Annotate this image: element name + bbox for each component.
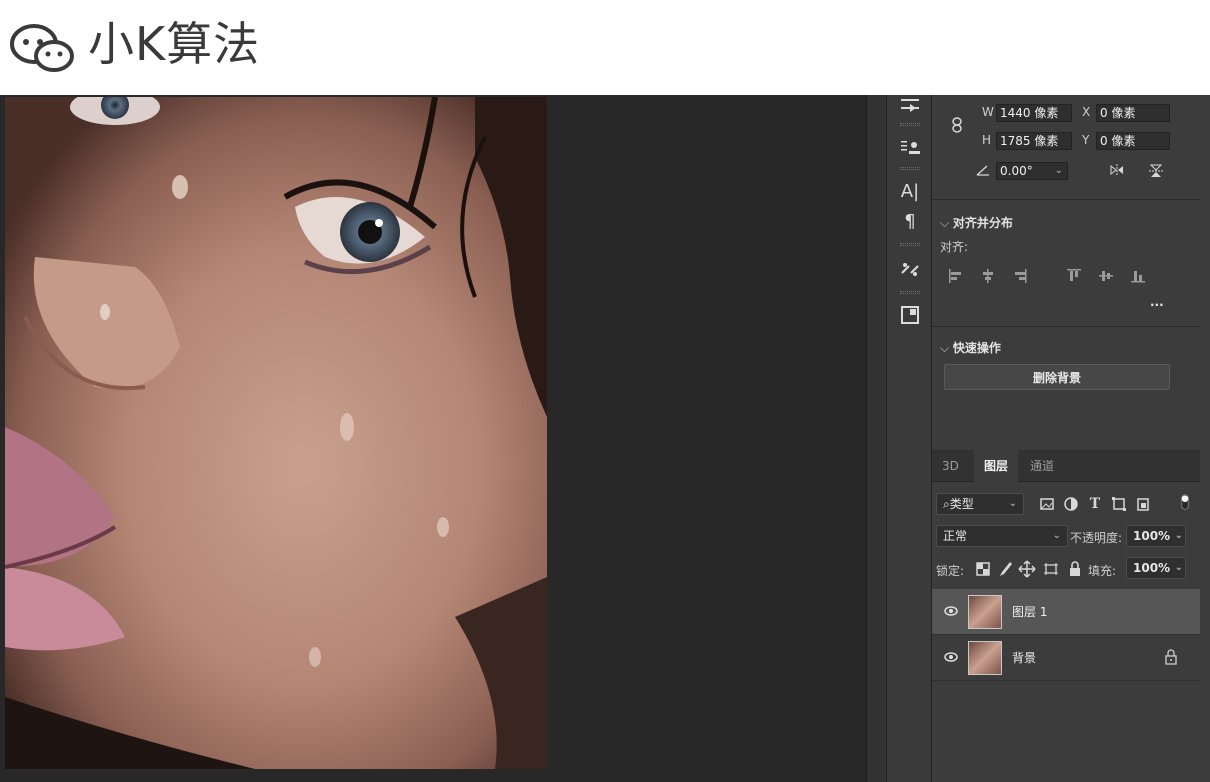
- x-field[interactable]: 0 像素: [1096, 104, 1170, 122]
- angle-field[interactable]: 0.00° ⌄: [996, 162, 1068, 180]
- opacity-value: 100%: [1133, 529, 1171, 543]
- portrait-illustration: [5, 97, 547, 769]
- width-field[interactable]: 1440 像素: [996, 104, 1072, 122]
- lock-artboard-icon[interactable]: [1042, 560, 1060, 578]
- flip-horizontal-icon[interactable]: [1108, 163, 1126, 181]
- blend-opacity-row: 正常 ⌄ 不透明度: 100% ⌄: [932, 523, 1200, 553]
- layer-thumbnail: [968, 595, 1002, 629]
- visibility-eye-icon[interactable]: [944, 650, 958, 664]
- layer-name[interactable]: 背景: [1012, 649, 1036, 666]
- watermark-header: 小K算法: [0, 0, 1210, 95]
- chevron-down-icon: ⌄: [1052, 530, 1061, 541]
- blend-mode-dropdown[interactable]: 正常 ⌄: [936, 525, 1068, 547]
- height-field[interactable]: 1785 像素: [996, 132, 1072, 150]
- lock-all-icon[interactable]: [1066, 560, 1084, 578]
- align-top-edges-icon[interactable]: [1066, 268, 1082, 284]
- x-label: X: [1082, 105, 1091, 119]
- filter-shape-layers-icon[interactable]: [1110, 495, 1128, 513]
- opacity-label: 不透明度:: [1070, 531, 1123, 545]
- align-section: ⌵ 对齐并分布 对齐: ···: [932, 200, 1200, 327]
- lock-transparent-pixels-icon[interactable]: [974, 560, 992, 578]
- filter-toggle-icon[interactable]: [1176, 493, 1194, 511]
- remove-background-button[interactable]: 删除背景: [944, 364, 1170, 390]
- properties-layers-panel: W 1440 像素 X 0 像素 H 1785 像素 Y 0 像素 0.00° …: [932, 95, 1210, 782]
- lock-image-pixels-icon[interactable]: [996, 560, 1014, 578]
- chevron-down-icon: ⌄: [1174, 562, 1183, 573]
- angle-icon: [974, 163, 992, 181]
- canvas-scrollbar[interactable]: [866, 95, 886, 782]
- canvas-area[interactable]: [0, 95, 866, 782]
- link-chain-icon[interactable]: [948, 117, 966, 135]
- angle-value: 0.00°: [1000, 164, 1033, 178]
- filter-kind-label: 类型: [949, 497, 974, 511]
- portrait-photo: [5, 97, 547, 769]
- tab-channels[interactable]: 通道: [1020, 450, 1064, 482]
- watermark-text: 小K算法: [88, 17, 261, 71]
- height-label: H: [982, 133, 992, 147]
- layer-filter-row: ⌕类型 ⌄ T: [932, 491, 1200, 521]
- width-label: W: [982, 105, 994, 119]
- quick-actions-header[interactable]: ⌵ 快速操作: [940, 339, 1001, 356]
- flip-vertical-icon[interactable]: [1147, 163, 1165, 181]
- visibility-eye-icon[interactable]: [944, 604, 958, 618]
- layer-thumbnail: [968, 641, 1002, 675]
- fill-field[interactable]: 100% ⌄: [1126, 557, 1186, 579]
- opacity-field[interactable]: 100% ⌄: [1126, 525, 1186, 547]
- layer-row[interactable]: 背景: [932, 635, 1200, 681]
- wechat-icon: [10, 24, 74, 72]
- layer-name[interactable]: 图层 1: [1012, 603, 1047, 620]
- y-label: Y: [1082, 133, 1090, 147]
- align-right-edges-icon[interactable]: [1012, 268, 1028, 284]
- layer-row[interactable]: 图层 1: [932, 589, 1200, 635]
- filter-type-layers-icon[interactable]: T: [1086, 495, 1104, 513]
- align-sub-label: 对齐:: [940, 240, 969, 254]
- chevron-down-icon: ⌵: [940, 341, 953, 355]
- fill-value: 100%: [1133, 561, 1171, 575]
- transform-section: W 1440 像素 X 0 像素 H 1785 像素 Y 0 像素 0.00° …: [932, 95, 1200, 200]
- layers-tabbar: 3D 图层 通道: [932, 450, 1200, 482]
- layer-lock-icon[interactable]: [1164, 649, 1178, 665]
- more-options-icon[interactable]: ···: [1150, 298, 1164, 312]
- character-panel-icon[interactable]: A|: [895, 177, 925, 205]
- strip-separator: [900, 291, 920, 294]
- align-horizontal-centers-icon[interactable]: [980, 268, 996, 284]
- photoshop-window: A| ¶ W 1440 像素 X 0 像素 H 1785 像素 Y 0 像素 0…: [0, 95, 1210, 782]
- filter-pixel-layers-icon[interactable]: [1038, 495, 1056, 513]
- character-styles-icon[interactable]: [895, 133, 925, 161]
- collapsed-panel-strip: A| ¶: [886, 95, 932, 782]
- tab-3d[interactable]: 3D: [932, 450, 969, 482]
- filter-smart-objects-icon[interactable]: [1134, 495, 1152, 513]
- fill-label: 填充:: [1088, 564, 1117, 578]
- angle-dropdown-icon[interactable]: ⌄: [1055, 163, 1063, 179]
- history-panel-icon[interactable]: [895, 301, 925, 329]
- lock-fill-row: 锁定: 填充: 100% ⌄: [932, 555, 1200, 585]
- chevron-down-icon: ⌵: [940, 216, 953, 230]
- quick-actions-section: ⌵ 快速操作 删除背景: [932, 327, 1200, 450]
- align-vertical-centers-icon[interactable]: [1098, 268, 1114, 284]
- chevron-down-icon: ⌄: [1174, 530, 1183, 541]
- y-field[interactable]: 0 像素: [1096, 132, 1170, 150]
- align-bottom-edges-icon[interactable]: [1130, 268, 1146, 284]
- blend-mode-value: 正常: [943, 529, 968, 543]
- strip-separator: [900, 123, 920, 126]
- lock-position-icon[interactable]: [1018, 560, 1036, 578]
- align-left-edges-icon[interactable]: [948, 268, 964, 284]
- tool-presets-icon[interactable]: [895, 255, 925, 283]
- properties-adjust-icon[interactable]: [895, 91, 925, 119]
- align-section-header[interactable]: ⌵ 对齐并分布: [940, 214, 1013, 231]
- align-header-text: 对齐并分布: [952, 216, 1013, 230]
- quick-actions-header-text: 快速操作: [952, 341, 1001, 355]
- paragraph-panel-icon[interactable]: ¶: [895, 207, 925, 235]
- strip-separator: [900, 243, 920, 246]
- search-icon: ⌕: [943, 497, 950, 511]
- layer-filter-dropdown[interactable]: ⌕类型 ⌄: [936, 493, 1024, 515]
- tab-layers[interactable]: 图层: [974, 450, 1019, 482]
- filter-adjustment-layers-icon[interactable]: [1062, 495, 1080, 513]
- chevron-down-icon: ⌄: [1008, 498, 1017, 509]
- strip-separator: [900, 167, 920, 170]
- lock-label: 锁定:: [936, 564, 965, 578]
